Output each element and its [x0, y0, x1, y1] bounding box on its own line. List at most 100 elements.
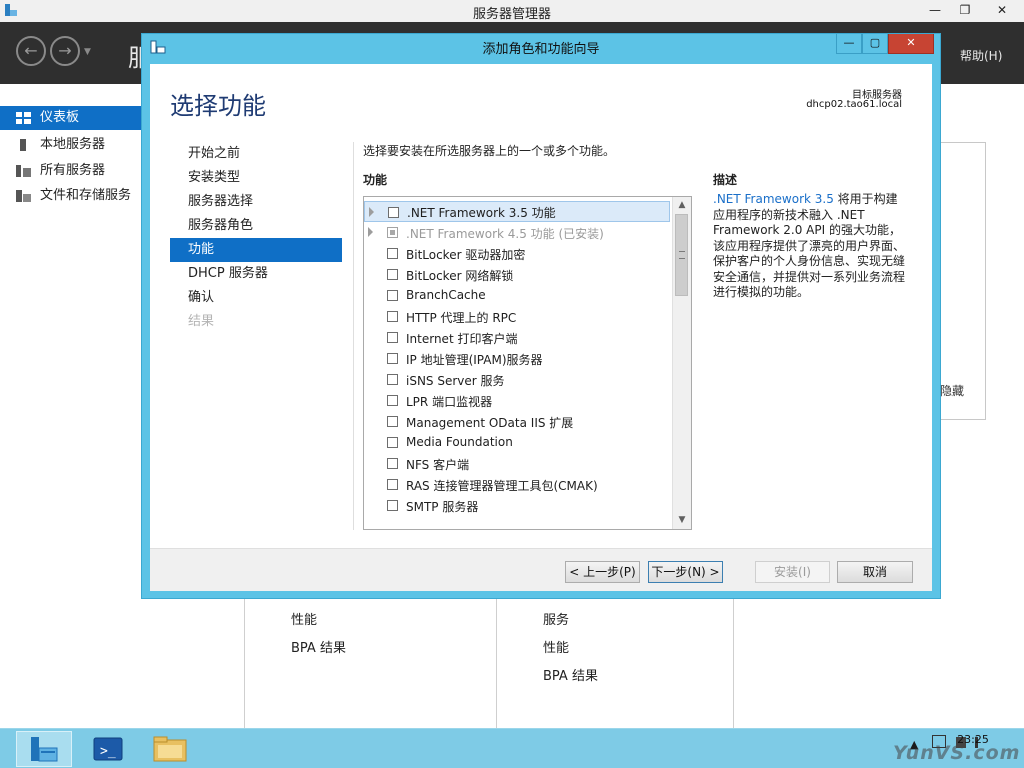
sidebar-item-local-server[interactable]: 本地服务器 [0, 133, 142, 157]
feature-row[interactable]: NFS 客户端 [364, 453, 670, 474]
dialog-footer: < 上一步(P) 下一步(N) > 安装(I) 取消 [150, 548, 932, 591]
cancel-button[interactable]: 取消 [837, 561, 913, 583]
feature-checkbox[interactable] [387, 416, 398, 427]
powershell-taskbar-icon[interactable]: >_ [80, 731, 136, 767]
install-button: 安装(I) [755, 561, 830, 583]
previous-button[interactable]: < 上一步(P) [565, 561, 640, 583]
dialog-title: 添加角色和功能向导 [482, 42, 600, 57]
step-server-selection[interactable]: 服务器选择 [170, 190, 342, 214]
feature-label: .NET Framework 4.5 功能 (已安装) [406, 227, 604, 241]
grip-icon [679, 251, 685, 259]
step-confirmation[interactable]: 确认 [170, 286, 342, 310]
window-title: 服务器管理器 [472, 7, 551, 22]
step-features[interactable]: 功能 [170, 238, 342, 262]
taskbar: >_ ▲ [0, 728, 1024, 768]
feature-row[interactable]: SMTP 服务器 [364, 495, 670, 516]
feature-row[interactable]: BitLocker 网络解锁 [364, 264, 670, 285]
servers-icon [16, 165, 31, 177]
back-arrow-icon[interactable]: ← [16, 36, 46, 66]
description-highlight: .NET Framework 3.5 [713, 192, 834, 206]
feature-row[interactable]: Management OData IIS 扩展 [364, 411, 670, 432]
feature-label: HTTP 代理上的 RPC [406, 311, 517, 325]
feature-row[interactable]: Media Foundation [364, 432, 670, 453]
dashboard-icon [16, 112, 31, 124]
feature-row[interactable]: Internet 打印客户端 [364, 327, 670, 348]
next-button[interactable]: 下一步(N) > [648, 561, 723, 583]
scroll-down-icon[interactable]: ▼ [673, 512, 691, 529]
tile-all-servers: 服务 性能 BPA 结果 [496, 596, 734, 728]
help-menu[interactable]: 帮助(H) [960, 47, 1002, 64]
watermark: YunVS.com [893, 742, 1021, 764]
feature-checkbox[interactable] [387, 458, 398, 469]
tile-link-performance[interactable]: 性能 [543, 637, 569, 656]
sidebar-item-dashboard[interactable]: 仪表板 [0, 106, 142, 130]
feature-label: iSNS Server 服务 [406, 374, 505, 388]
features-list[interactable]: .NET Framework 3.5 功能 .NET Framework 4.5 … [363, 196, 692, 530]
target-server-value: dhcp02.tao61.local [806, 99, 902, 110]
feature-checkbox[interactable] [387, 290, 398, 301]
feature-label: BranchCache [406, 288, 486, 302]
feature-checkbox[interactable] [387, 311, 398, 322]
feature-label: BitLocker 网络解锁 [406, 269, 514, 283]
feature-label: LPR 端口监视器 [406, 395, 493, 409]
feature-row[interactable]: IP 地址管理(IPAM)服务器 [364, 348, 670, 369]
tile-link-performance[interactable]: 性能 [291, 609, 317, 628]
feature-label: Internet 打印客户端 [406, 332, 518, 346]
feature-row[interactable]: iSNS Server 服务 [364, 369, 670, 390]
feature-checkbox[interactable] [387, 437, 398, 448]
feature-checkbox[interactable] [387, 395, 398, 406]
feature-checkbox[interactable] [387, 500, 398, 511]
forward-arrow-icon[interactable]: → [50, 36, 80, 66]
server-icon [20, 139, 26, 151]
feature-label: NFS 客户端 [406, 458, 470, 472]
tile-local-server: 性能 BPA 结果 [244, 596, 498, 728]
dialog-close-button[interactable]: ✕ [888, 34, 934, 54]
step-results: 结果 [188, 314, 215, 329]
close-button[interactable]: ✕ [980, 0, 1024, 22]
feature-row[interactable]: .NET Framework 4.5 功能 (已安装) [364, 222, 670, 243]
expand-arrow-icon[interactable] [368, 227, 373, 237]
feature-row[interactable]: HTTP 代理上的 RPC [364, 306, 670, 327]
maximize-button[interactable]: ❐ [950, 0, 980, 22]
history-dropdown-icon[interactable]: ▼ [84, 47, 91, 57]
feature-checkbox[interactable] [387, 269, 398, 280]
instruction-text: 选择要安装在所选服务器上的一个或多个功能。 [363, 144, 616, 158]
tile-link-bpa[interactable]: BPA 结果 [291, 637, 346, 656]
expand-arrow-icon[interactable] [369, 207, 374, 217]
feature-row[interactable]: .NET Framework 3.5 功能 [364, 201, 670, 222]
step-server-roles[interactable]: 服务器角色 [170, 214, 342, 238]
minimize-button[interactable]: — [920, 0, 950, 22]
feature-checkbox[interactable] [387, 332, 398, 343]
storage-icon [16, 190, 31, 202]
server-manager-taskbar-icon[interactable] [16, 731, 72, 767]
dialog-maximize-button[interactable]: ▢ [862, 34, 888, 54]
feature-row[interactable]: BitLocker 驱动器加密 [364, 243, 670, 264]
feature-row[interactable]: BranchCache [364, 285, 670, 306]
feature-label: IP 地址管理(IPAM)服务器 [406, 353, 543, 367]
tile-link-services[interactable]: 服务 [543, 609, 569, 628]
feature-checkbox[interactable] [387, 374, 398, 385]
feature-checkbox[interactable] [388, 207, 399, 218]
step-installation-type[interactable]: 安装类型 [170, 166, 342, 190]
hide-link[interactable]: 隐藏 [940, 382, 964, 399]
page-heading: 选择功能 [170, 92, 266, 120]
explorer-taskbar-icon[interactable] [142, 731, 198, 767]
step-before-you-begin[interactable]: 开始之前 [170, 142, 342, 166]
sidebar-item-all-servers[interactable]: 所有服务器 [0, 159, 142, 183]
feature-row[interactable]: RAS 连接管理器管理工具包(CMAK) [364, 474, 670, 495]
tile-link-bpa[interactable]: BPA 结果 [543, 665, 598, 684]
scroll-thumb[interactable] [675, 214, 688, 296]
description-header: 描述 [713, 173, 738, 187]
description-text: .NET Framework 3.5 将用于构建应用程序的新技术融入 .NET … [713, 192, 909, 301]
feature-checkbox[interactable] [387, 248, 398, 259]
feature-checkbox[interactable] [387, 479, 398, 490]
feature-label: SMTP 服务器 [406, 500, 479, 514]
step-dhcp-server[interactable]: DHCP 服务器 [170, 262, 342, 286]
scroll-up-icon[interactable]: ▲ [673, 197, 691, 214]
feature-row[interactable]: LPR 端口监视器 [364, 390, 670, 411]
features-scrollbar[interactable]: ▲ ▼ [672, 197, 691, 529]
feature-checkbox[interactable] [387, 353, 398, 364]
sidebar-item-label: 仪表板 [40, 110, 80, 125]
dialog-minimize-button[interactable]: — [836, 34, 862, 54]
sidebar-item-file-storage[interactable]: 文件和存储服务 [0, 184, 142, 208]
